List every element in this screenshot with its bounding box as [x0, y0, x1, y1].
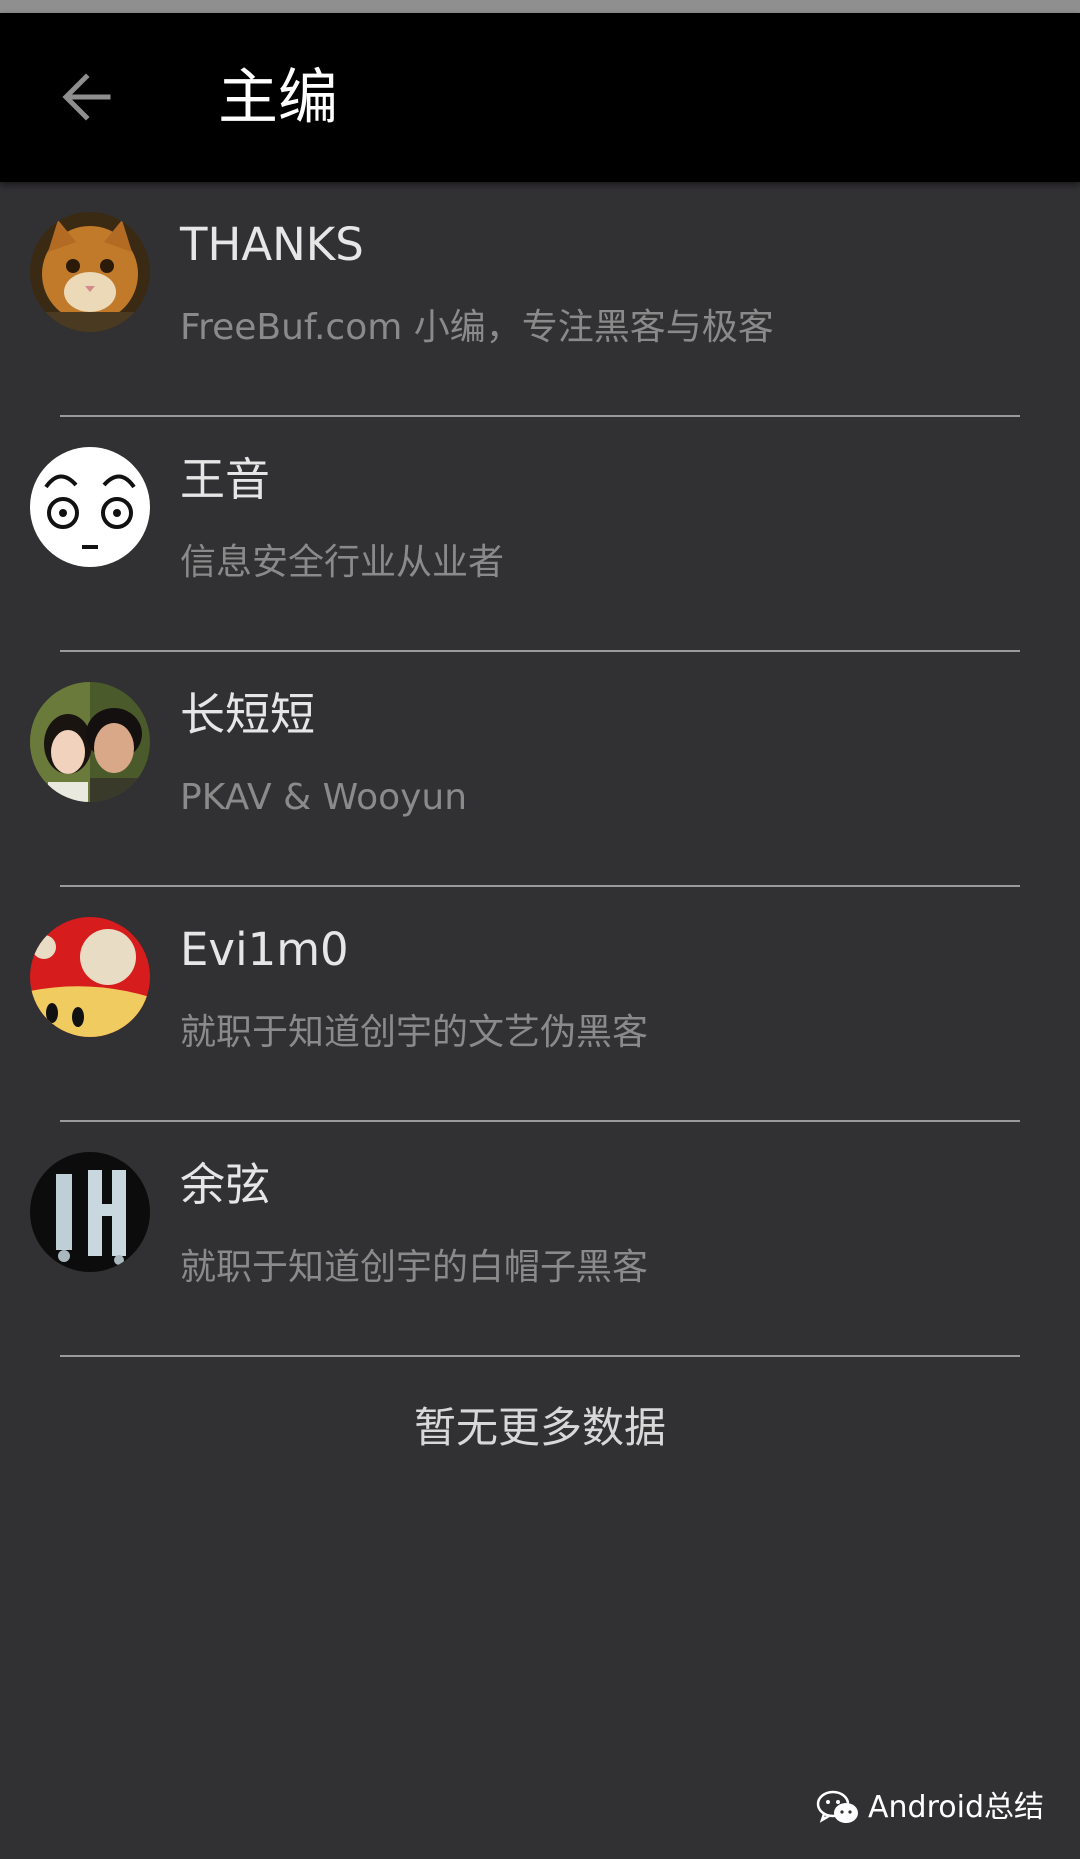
page-title: 主编 [218, 63, 338, 133]
list-item[interactable]: Evi1m0 就职于知道创宇的文艺伪黑客 [0, 887, 1080, 1122]
arrow-left-icon [62, 73, 111, 121]
app-bar: 主编 [0, 13, 1080, 182]
list-item[interactable]: 余弦 就职于知道创宇的白帽子黑客 [0, 1122, 1080, 1357]
editor-name: 长短短 [180, 688, 316, 741]
editor-name: Evi1m0 [180, 923, 349, 976]
divider [60, 1355, 1020, 1357]
editor-description: 就职于知道创宇的文艺伪黑客 [180, 1012, 649, 1053]
avatar [30, 447, 150, 567]
avatar [30, 1152, 150, 1272]
list-item[interactable]: 王音 信息安全行业从业者 [0, 417, 1080, 652]
editor-name: 王音 [180, 453, 271, 506]
avatar [30, 917, 150, 1037]
editor-description: PKAV & Wooyun [180, 777, 468, 818]
avatar [30, 212, 150, 332]
editor-list: THANKS FreeBuf.com 小编，专注黑客与极客 王音 信息安全行业从… [0, 182, 1080, 1357]
back-button[interactable] [46, 57, 126, 137]
list-item[interactable]: 长短短 PKAV & Wooyun [0, 652, 1080, 887]
status-strip [0, 0, 1080, 13]
editor-name: THANKS [180, 218, 364, 271]
editor-description: 就职于知道创宇的白帽子黑客 [180, 1247, 649, 1288]
avatar [30, 682, 150, 802]
no-more-data-text: 暂无更多数据 [413, 1403, 666, 1452]
list-item[interactable]: THANKS FreeBuf.com 小编，专注黑客与极客 [0, 182, 1080, 417]
watermark-text: Android总结 [868, 1790, 1044, 1825]
editor-description: 信息安全行业从业者 [180, 542, 505, 583]
wechat-icon [816, 1790, 858, 1823]
watermark: Android总结 [816, 1788, 1044, 1828]
editor-name: 余弦 [180, 1158, 271, 1211]
editor-description: FreeBuf.com 小编，专注黑客与极客 [180, 307, 774, 348]
